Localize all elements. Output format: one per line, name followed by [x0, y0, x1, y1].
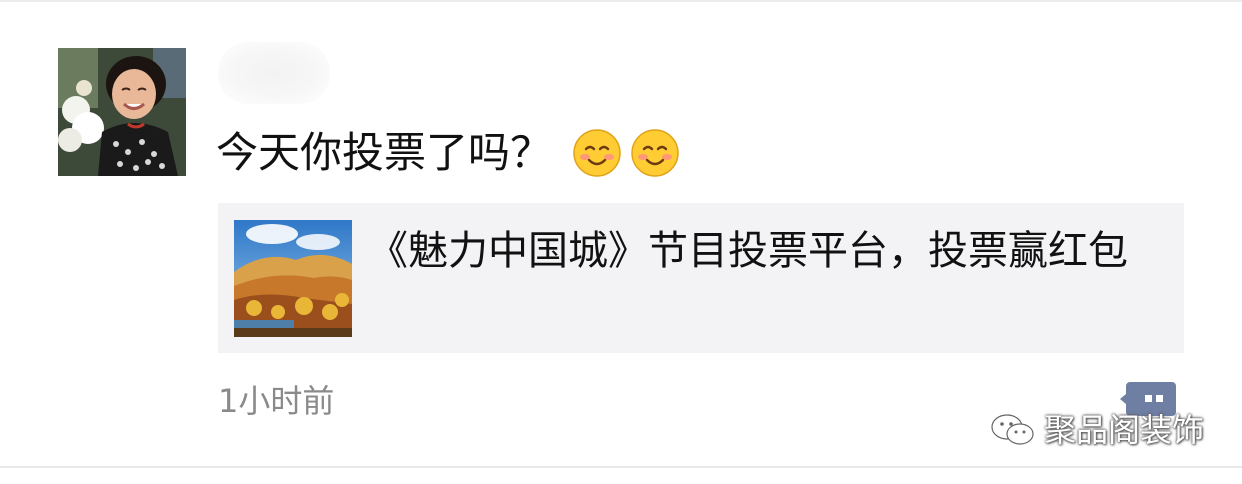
smiling-blush-emoji-icon: [631, 129, 679, 177]
smiling-blush-emoji-icon: [573, 129, 621, 177]
link-title: 《魅力中国城》节目投票平台，投票赢红包: [368, 228, 1128, 274]
post-timestamp: 1小时前: [218, 382, 335, 420]
link-thumbnail: [234, 220, 352, 337]
shared-link-card[interactable]: 《魅力中国城》节目投票平台，投票赢红包: [218, 203, 1184, 353]
username-blurred[interactable]: [218, 42, 330, 104]
bottom-divider: [0, 466, 1242, 468]
post-text-content: 今天你投票了吗？: [216, 128, 553, 177]
wechat-logo-icon: [991, 414, 1034, 445]
wechat-watermark: 聚品阁装饰: [990, 410, 1204, 450]
avatar[interactable]: [58, 48, 186, 176]
top-divider: [0, 0, 1242, 2]
watermark-text: 聚品阁装饰: [1044, 411, 1205, 449]
post-text: 今天你投票了吗？: [216, 126, 680, 180]
